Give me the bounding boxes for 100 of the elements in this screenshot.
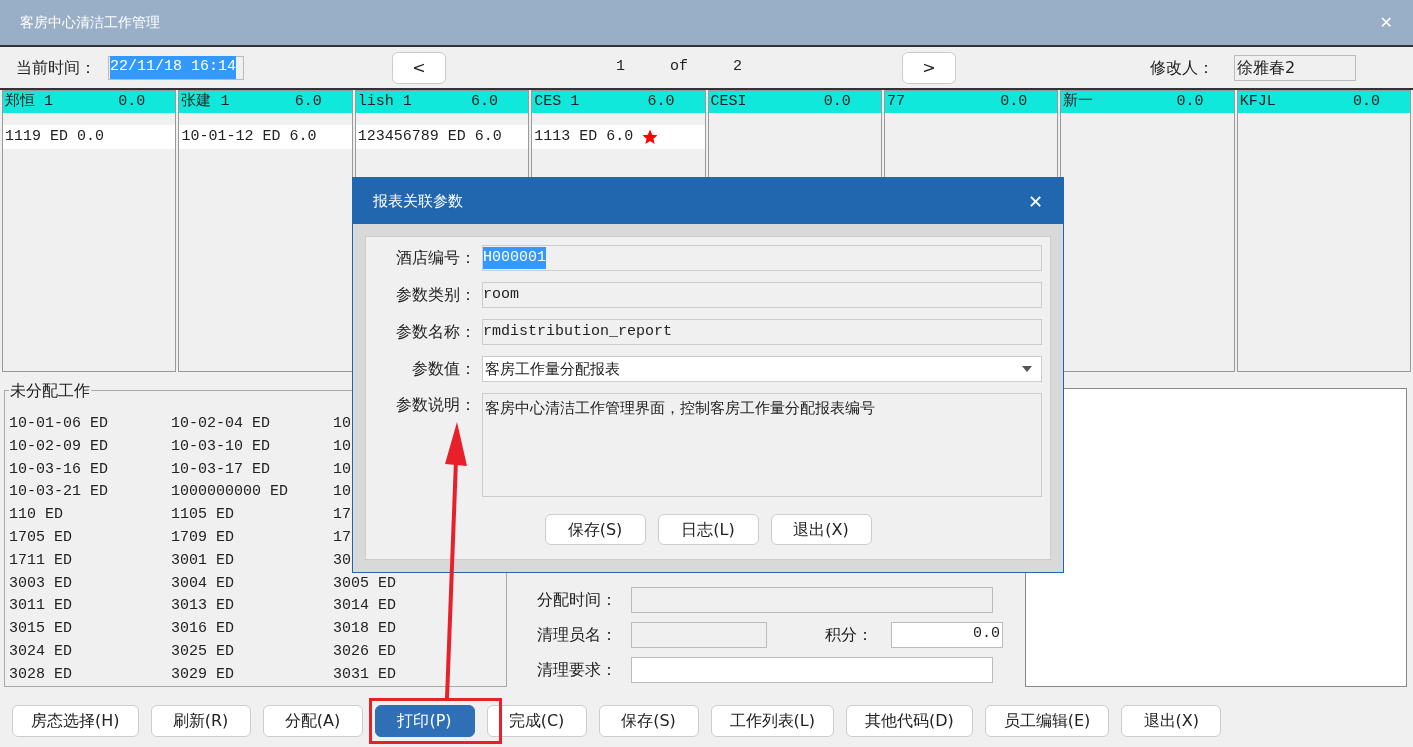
staff-score: 6.0	[294, 91, 322, 112]
field-label: 参数类别：	[395, 284, 477, 306]
staff-score: 6.0	[647, 91, 675, 112]
action-button[interactable]: 分配(A)	[262, 705, 363, 737]
unassigned-room[interactable]: 10-03-10 ED	[171, 435, 333, 459]
dialog-close-button[interactable]: ✕	[1027, 187, 1043, 215]
assigned-room[interactable]: 123456789 ED 6.0	[355, 125, 529, 149]
field-value: rmdistribution_report	[483, 321, 673, 342]
unassigned-room[interactable]: 1705 ED	[9, 527, 171, 550]
unassigned-room[interactable]: 3001 ED	[171, 549, 333, 573]
unassigned-room[interactable]: 10-03-17 ED	[171, 458, 333, 482]
unassigned-room[interactable]: 3028 ED	[9, 663, 171, 683]
field-label: 参数值：	[411, 358, 477, 380]
field-label: 参数名称：	[395, 321, 477, 343]
action-button[interactable]: 员工编辑(E)	[984, 705, 1110, 737]
assigned-room[interactable]: 10-01-12 ED 6.0	[179, 125, 352, 149]
unassigned-room[interactable]: 3005 ED	[333, 572, 495, 596]
next-page-button[interactable]: >	[902, 51, 957, 84]
previous-page-button[interactable]: <	[392, 51, 446, 84]
time-label: 当前时间：	[16, 56, 96, 79]
unassigned-room[interactable]: 3025 ED	[171, 640, 333, 664]
staff-score: 0.0	[118, 91, 146, 112]
unassigned-room[interactable]: 10-01-06 ED	[9, 413, 171, 436]
assign-time-label: 分配时间：	[537, 589, 618, 611]
unassigned-room[interactable]: 110 ED	[9, 504, 171, 527]
assign-time-field[interactable]	[631, 587, 993, 613]
staff-score: 0.0	[823, 91, 851, 112]
dialog-button[interactable]: 日志(L)	[657, 514, 759, 545]
action-button[interactable]: 刷新(R)	[150, 705, 251, 737]
action-button[interactable]: 工作列表(L)	[710, 705, 834, 737]
action-button[interactable]: 打印(P)	[374, 705, 475, 737]
unassigned-room[interactable]: 1000000000 ED	[171, 481, 333, 505]
assigned-room[interactable]: 1113 ED 6.0	[532, 125, 705, 149]
staff-name: 郑恒 1	[5, 91, 53, 112]
field-value: 客房工作量分配报表	[485, 358, 620, 380]
staff-score: 0.0	[1000, 91, 1028, 112]
dialog-button[interactable]: 保存(S)	[544, 514, 646, 545]
field-value: H000001	[483, 246, 546, 270]
select-field[interactable]: 客房工作量分配报表	[482, 356, 1042, 382]
field-value: 客房中心清洁工作管理界面，控制客房工作量分配报表编号	[485, 399, 875, 417]
unassigned-room[interactable]: 1105 ED	[171, 504, 333, 527]
action-button[interactable]: 房态选择(H)	[12, 705, 139, 737]
staff-name: 张建 1	[181, 91, 230, 112]
text-field[interactable]: room	[482, 282, 1042, 308]
points-field[interactable]: 0.0	[891, 622, 1003, 648]
staff-score: 6.0	[471, 91, 499, 112]
memo-field[interactable]: 客房中心清洁工作管理界面，控制客房工作量分配报表编号	[482, 393, 1042, 497]
unassigned-room[interactable]: 3004 ED	[171, 572, 333, 596]
unassigned-room[interactable]: 3029 ED	[171, 663, 333, 683]
field-label: 酒店编号：	[395, 247, 477, 269]
action-button[interactable]: 保存(S)	[598, 705, 699, 737]
room-entry: 1113 ED 6.0	[534, 126, 634, 147]
unassigned-room[interactable]: 3015 ED	[9, 618, 171, 641]
field-label: 参数说明：	[395, 394, 477, 416]
unassigned-room[interactable]: 3013 ED	[171, 595, 333, 619]
unassigned-room[interactable]: 3014 ED	[333, 595, 495, 619]
action-button[interactable]: 退出(X)	[1121, 705, 1222, 737]
staff-score: 0.0	[1176, 91, 1204, 112]
cleaner-label: 清理员名：	[537, 624, 618, 646]
unassigned-room[interactable]: 3026 ED	[333, 640, 495, 664]
editor-label: 修改人：	[1150, 56, 1215, 79]
staff-name: lish 1	[357, 91, 412, 112]
assigned-room[interactable]: 1119 ED 0.0	[3, 125, 176, 149]
room-entry: 10-01-12 ED 6.0	[181, 126, 317, 147]
unassigned-room[interactable]: 3016 ED	[171, 618, 333, 641]
dialog-title: 报表关联参数	[373, 190, 463, 212]
points-label: 积分：	[825, 624, 874, 646]
editor-field[interactable]: 徐雅春2	[1234, 54, 1357, 81]
field-value: room	[483, 284, 519, 305]
staff-name: CES 1	[534, 91, 580, 112]
room-entry: 1119 ED 0.0	[5, 126, 105, 147]
page-of-label: of	[670, 57, 689, 78]
unassigned-room[interactable]: 3011 ED	[9, 595, 171, 619]
unassigned-room[interactable]: 3024 ED	[9, 640, 171, 664]
unassigned-room[interactable]: 1709 ED	[171, 527, 333, 550]
unassigned-room[interactable]: 3018 ED	[333, 618, 495, 641]
unassigned-room[interactable]: 10-03-16 ED	[9, 458, 171, 482]
unassigned-room[interactable]: 10-02-04 ED	[171, 413, 333, 436]
unassigned-room[interactable]: 10-03-21 ED	[9, 481, 171, 505]
action-button[interactable]: 完成(C)	[486, 705, 587, 737]
unassigned-room[interactable]: 1711 ED	[9, 549, 171, 573]
unassigned-room[interactable]: 10-02-09 ED	[9, 435, 171, 459]
dropdown-arrow-icon	[1021, 365, 1033, 373]
staff-name: 新一	[1063, 91, 1094, 112]
page-number: 1	[616, 57, 625, 78]
cleaner-field[interactable]	[631, 622, 767, 648]
window-title: 客房中心清洁工作管理	[20, 13, 160, 32]
dialog-button[interactable]: 退出(X)	[770, 514, 872, 545]
room-entry: 123456789 ED 6.0	[357, 126, 502, 147]
staff-name: CESI	[710, 91, 747, 112]
unassigned-room[interactable]: 3003 ED	[9, 572, 171, 596]
requirement-field[interactable]	[631, 657, 993, 683]
text-field[interactable]: rmdistribution_report	[482, 319, 1042, 345]
requirement-label: 清理要求：	[537, 659, 618, 681]
staff-name: KFJL	[1239, 91, 1276, 112]
unassigned-room[interactable]: 3031 ED	[333, 663, 495, 683]
staff-name: 77	[886, 91, 905, 112]
page-total: 2	[733, 57, 743, 78]
staff-score: 0.0	[1353, 91, 1380, 112]
action-button[interactable]: 其他代码(D)	[845, 705, 973, 737]
